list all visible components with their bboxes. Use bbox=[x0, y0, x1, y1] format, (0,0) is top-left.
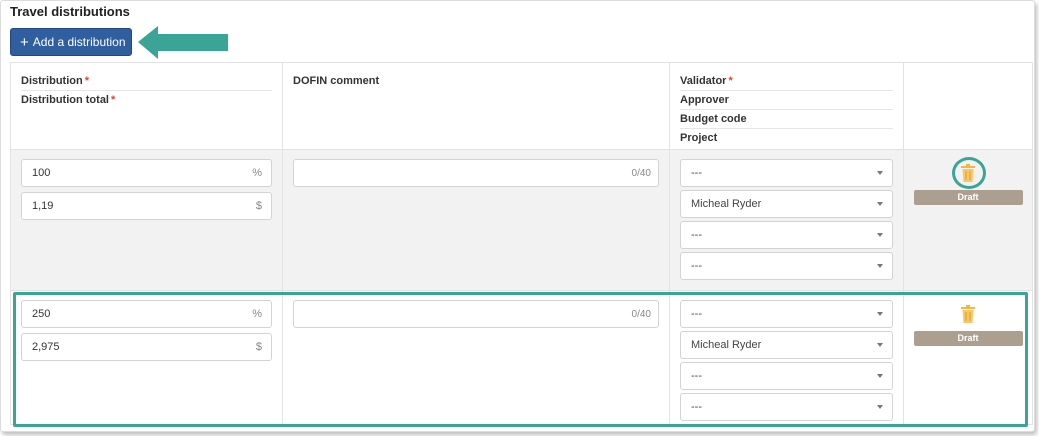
project-value: --- bbox=[691, 260, 702, 272]
validator-select[interactable]: --- bbox=[680, 159, 893, 187]
distribution-total-input[interactable]: 2,975 $ bbox=[21, 333, 272, 361]
delete-row-button[interactable] bbox=[952, 157, 986, 189]
status-badge: Draft bbox=[913, 190, 1023, 205]
header-distribution-cell: Distribution * Distribution total * bbox=[10, 62, 283, 150]
chevron-down-icon bbox=[877, 202, 883, 206]
dollar-suffix: $ bbox=[255, 341, 262, 353]
chevron-down-icon bbox=[877, 264, 883, 268]
chevron-down-icon bbox=[877, 343, 883, 347]
validator-select[interactable]: --- bbox=[680, 300, 893, 328]
table-header-row: Distribution * Distribution total * DOFIN … bbox=[10, 62, 1033, 150]
header-distribution: Distribution * bbox=[21, 72, 272, 91]
header-actions-cell bbox=[903, 62, 1033, 150]
budget-code-value: --- bbox=[691, 370, 702, 382]
table-row: 100 % 1,19 $ 0/40 --- Micheal Ryder --- … bbox=[10, 149, 1033, 291]
approver-select[interactable]: Micheal Ryder bbox=[680, 190, 893, 218]
header-project: Project bbox=[680, 132, 718, 144]
percent-suffix: % bbox=[252, 167, 262, 179]
section-title: Travel distributions bbox=[10, 4, 130, 19]
header-validator-cell: Validator * Approver Budget code Project bbox=[669, 62, 904, 150]
distribution-percent-input[interactable]: 250 % bbox=[21, 300, 272, 328]
dofin-comment-input[interactable]: 0/40 bbox=[293, 159, 659, 187]
comment-char-counter: 0/40 bbox=[631, 168, 651, 179]
chevron-down-icon bbox=[877, 405, 883, 409]
status-badge: Draft bbox=[913, 331, 1023, 346]
header-dofin-comment: DOFIN comment bbox=[293, 75, 380, 87]
dofin-comment-input[interactable]: 0/40 bbox=[293, 300, 659, 328]
distributions-table: Distribution * Distribution total * DOFIN … bbox=[10, 62, 1033, 425]
approver-value: Micheal Ryder bbox=[691, 339, 762, 351]
callout-arrow-icon bbox=[138, 26, 228, 59]
header-comment-cell: DOFIN comment bbox=[282, 62, 670, 150]
validator-value: --- bbox=[691, 308, 702, 320]
plus-icon: + bbox=[20, 33, 29, 51]
header-approver: Approver bbox=[680, 91, 893, 110]
project-select[interactable]: --- bbox=[680, 393, 893, 421]
budget-code-select[interactable]: --- bbox=[680, 221, 893, 249]
chevron-down-icon bbox=[877, 171, 883, 175]
delete-row-button[interactable] bbox=[953, 300, 983, 328]
distribution-total-input[interactable]: 1,19 $ bbox=[21, 192, 272, 220]
header-validator: Validator * bbox=[680, 72, 893, 91]
approver-value: Micheal Ryder bbox=[691, 198, 762, 210]
header-budget-code: Budget code bbox=[680, 110, 893, 129]
distribution-total-value: 2,975 bbox=[32, 341, 60, 353]
trash-icon bbox=[961, 305, 975, 323]
budget-code-value: --- bbox=[691, 229, 702, 241]
table-row: 250 % 2,975 $ 0/40 --- Micheal Ryder ---… bbox=[10, 290, 1033, 425]
distribution-percent-input[interactable]: 100 % bbox=[21, 159, 272, 187]
distribution-value: 250 bbox=[32, 308, 51, 320]
budget-code-select[interactable]: --- bbox=[680, 362, 893, 390]
chevron-down-icon bbox=[877, 312, 883, 316]
distribution-total-value: 1,19 bbox=[32, 200, 54, 212]
project-select[interactable]: --- bbox=[680, 252, 893, 280]
dollar-suffix: $ bbox=[255, 200, 262, 212]
comment-char-counter: 0/40 bbox=[631, 309, 651, 320]
chevron-down-icon bbox=[877, 374, 883, 378]
add-distribution-label: Add a distribution bbox=[32, 35, 126, 49]
header-distribution-total: Distribution total * bbox=[21, 94, 116, 106]
percent-suffix: % bbox=[252, 308, 262, 320]
project-value: --- bbox=[691, 401, 702, 413]
approver-select[interactable]: Micheal Ryder bbox=[680, 331, 893, 359]
distribution-value: 100 bbox=[32, 167, 51, 179]
validator-value: --- bbox=[691, 167, 702, 179]
chevron-down-icon bbox=[877, 233, 883, 237]
add-distribution-button[interactable]: + Add a distribution bbox=[10, 28, 132, 56]
highlight-ring bbox=[952, 157, 986, 189]
